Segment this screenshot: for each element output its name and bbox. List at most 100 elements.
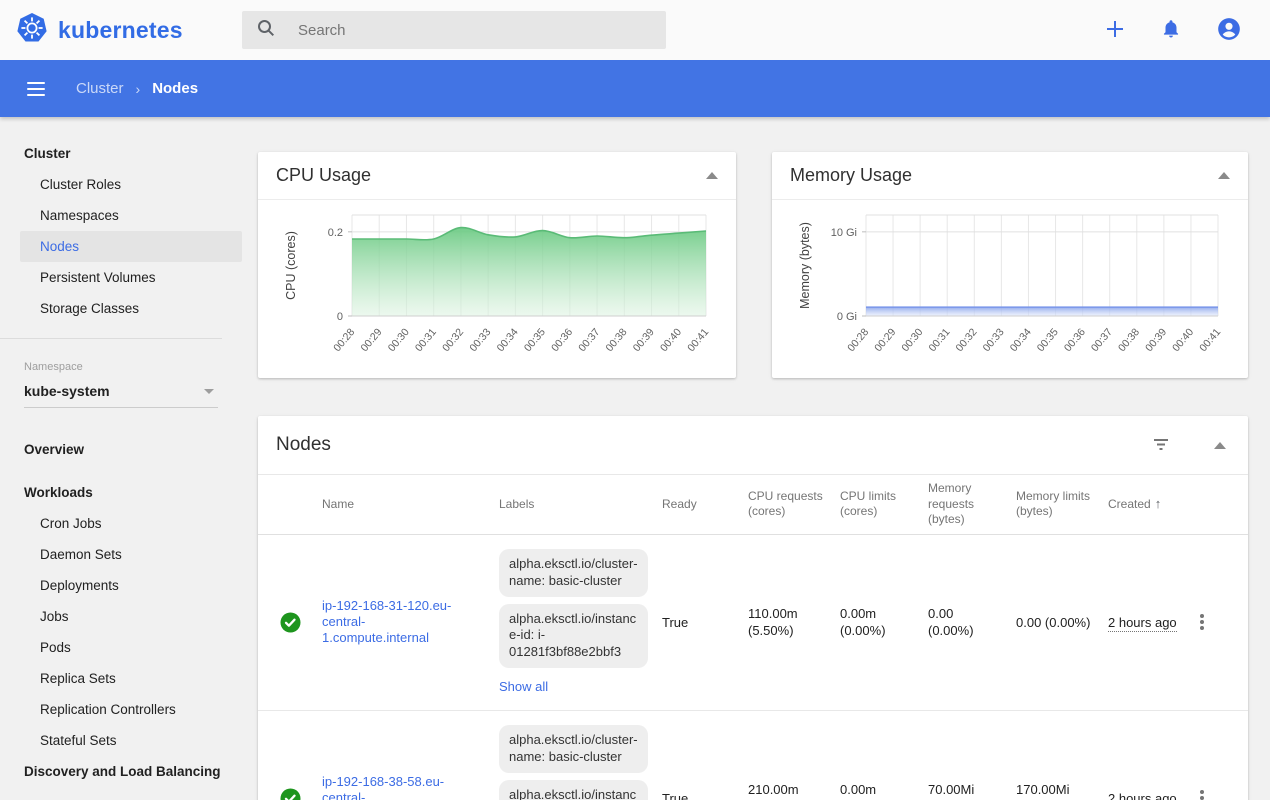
sidebar-item-overview[interactable]: Overview	[0, 434, 242, 465]
cpu-usage-chart: 00.2CPU (cores)00:2800:2900:3000:3100:32…	[258, 200, 736, 377]
sort-ascending-icon: ↑	[1155, 496, 1162, 511]
cpu-limits-cell: 0.00m (0.00%)	[840, 781, 928, 800]
namespace-select[interactable]: kube-system	[24, 383, 218, 408]
filter-icon	[1152, 435, 1170, 456]
column-header-created[interactable]: Created↑	[1108, 490, 1200, 519]
sidebar-item-replica-sets[interactable]: Replica Sets	[0, 663, 242, 694]
notifications-button[interactable]	[1158, 16, 1184, 45]
svg-text:00:32: 00:32	[440, 326, 466, 354]
column-header-memory-requests[interactable]: Memory requests (bytes)	[928, 475, 1016, 534]
sidebar-item-cron-jobs[interactable]: Cron Jobs	[0, 508, 242, 539]
collapse-icon[interactable]	[1214, 442, 1226, 449]
svg-text:00:34: 00:34	[495, 326, 521, 354]
svg-text:00:39: 00:39	[1143, 326, 1169, 354]
svg-text:00:40: 00:40	[658, 326, 684, 354]
row-menu-icon[interactable]	[1200, 614, 1204, 630]
sidebar-item-pods[interactable]: Pods	[0, 632, 242, 663]
add-icon	[1104, 18, 1126, 43]
label-chip: alpha.eksctl.io/instance-id: i-01281f3bf…	[499, 604, 648, 669]
svg-text:00:28: 00:28	[331, 326, 357, 354]
namespace-value: kube-system	[24, 383, 110, 399]
table-row: ip-192-168-31-120.eu-central-1.compute.i…	[258, 535, 1248, 711]
collapse-icon[interactable]	[706, 172, 718, 179]
nodes-title: Nodes	[276, 434, 331, 456]
svg-text:00:36: 00:36	[549, 326, 575, 354]
breadcrumb-current: Nodes	[152, 80, 198, 97]
label-chip: alpha.eksctl.io/cluster-name: basic-clus…	[499, 549, 648, 597]
row-menu-icon[interactable]	[1200, 790, 1204, 800]
column-header-memory-limits[interactable]: Memory limits (bytes)	[1016, 483, 1108, 526]
search-input[interactable]	[298, 22, 628, 39]
svg-text:00:39: 00:39	[631, 326, 657, 354]
column-header-labels[interactable]: Labels	[499, 491, 662, 519]
sidebar-item-persistent-volumes[interactable]: Persistent Volumes	[0, 262, 242, 293]
search-icon	[256, 18, 276, 43]
svg-text:00:28: 00:28	[845, 326, 871, 354]
svg-text:00:38: 00:38	[1116, 326, 1142, 354]
svg-text:00:31: 00:31	[413, 326, 439, 354]
sidebar-item-storage-classes[interactable]: Storage Classes	[0, 293, 242, 324]
sidebar-item-deployments[interactable]: Deployments	[0, 570, 242, 601]
memory-usage-title: Memory Usage	[790, 165, 912, 186]
cpu-requests-cell: 210.00m (10.50%)	[748, 781, 840, 800]
kubernetes-logo-icon	[16, 12, 48, 49]
sidebar: Cluster Cluster Roles Namespaces Nodes P…	[0, 117, 242, 800]
ready-cell: True	[662, 790, 748, 800]
svg-text:00:41: 00:41	[685, 326, 711, 354]
menu-icon[interactable]	[16, 69, 56, 109]
sidebar-item-nodes[interactable]: Nodes	[20, 231, 242, 262]
svg-text:00:31: 00:31	[926, 326, 952, 354]
nodes-table-header: Name Labels Ready CPU requests (cores) C…	[258, 474, 1248, 535]
sidebar-item-workloads[interactable]: Workloads	[0, 477, 242, 508]
svg-text:00:37: 00:37	[576, 326, 602, 354]
cpu-usage-title: CPU Usage	[276, 165, 371, 186]
cpu-usage-card: CPU Usage 00.2CPU (cores)00:2800:2900:30…	[258, 152, 736, 378]
column-header-name[interactable]: Name	[322, 491, 499, 519]
memory-limits-cell: 0.00 (0.00%)	[1016, 614, 1108, 632]
column-header-ready[interactable]: Ready	[662, 491, 748, 519]
show-all-link[interactable]: Show all	[499, 678, 548, 696]
memory-usage-chart: 0 Gi10 GiMemory (bytes)00:2800:2900:3000…	[772, 200, 1248, 377]
svg-text:00:35: 00:35	[522, 326, 548, 354]
app-header: kubernetes	[0, 0, 1270, 60]
breadcrumb-parent[interactable]: Cluster	[76, 80, 124, 97]
memory-requests-cell: 70.00Mi (3.57%)	[928, 781, 1016, 800]
memory-usage-card: Memory Usage 0 Gi10 GiMemory (bytes)00:2…	[772, 152, 1248, 378]
chevron-down-icon	[204, 389, 214, 394]
svg-text:00:40: 00:40	[1170, 326, 1196, 354]
create-resource-button[interactable]	[1102, 16, 1128, 45]
kubernetes-logo[interactable]: kubernetes	[0, 12, 242, 49]
label-chip: alpha.eksctl.io/instance-id: i-035193e3f…	[499, 780, 648, 800]
search-bar[interactable]	[242, 11, 666, 49]
node-name-link[interactable]: ip-192-168-38-58.eu-central-1.compute.in…	[322, 774, 460, 800]
filter-button[interactable]	[1150, 433, 1172, 458]
sidebar-item-namespaces[interactable]: Namespaces	[0, 200, 242, 231]
svg-text:00:32: 00:32	[954, 326, 980, 354]
column-header-cpu-requests[interactable]: CPU requests (cores)	[748, 483, 840, 526]
svg-text:CPU (cores): CPU (cores)	[284, 231, 298, 300]
svg-text:00:33: 00:33	[467, 326, 493, 354]
created-cell: 2 hours ago	[1108, 614, 1200, 632]
svg-text:0 Gi: 0 Gi	[837, 311, 857, 323]
svg-text:00:34: 00:34	[1008, 326, 1034, 354]
sidebar-item-stateful-sets[interactable]: Stateful Sets	[0, 725, 242, 756]
label-chip: alpha.eksctl.io/cluster-name: basic-clus…	[499, 725, 648, 773]
table-row: ip-192-168-38-58.eu-central-1.compute.in…	[258, 711, 1248, 800]
column-header-cpu-limits[interactable]: CPU limits (cores)	[840, 483, 928, 526]
sidebar-item-cluster-roles[interactable]: Cluster Roles	[0, 169, 242, 200]
node-name-link[interactable]: ip-192-168-31-120.eu-central-1.compute.i…	[322, 598, 460, 647]
svg-text:00:36: 00:36	[1062, 326, 1088, 354]
created-cell: 2 hours ago	[1108, 790, 1200, 800]
svg-text:00:29: 00:29	[358, 326, 384, 354]
chevron-right-icon: ›	[136, 81, 141, 97]
sidebar-item-jobs[interactable]: Jobs	[0, 601, 242, 632]
nodes-card: Nodes Name Labels Ready CPU requests (co…	[258, 416, 1248, 800]
collapse-icon[interactable]	[1218, 172, 1230, 179]
status-ok-icon	[258, 612, 322, 633]
sidebar-item-replication-controllers[interactable]: Replication Controllers	[0, 694, 242, 725]
svg-text:00:41: 00:41	[1197, 326, 1223, 354]
sidebar-item-daemon-sets[interactable]: Daemon Sets	[0, 539, 242, 570]
account-button[interactable]	[1214, 14, 1244, 47]
sidebar-item-cluster[interactable]: Cluster	[0, 138, 242, 169]
sidebar-item-discovery[interactable]: Discovery and Load Balancing	[0, 756, 242, 787]
